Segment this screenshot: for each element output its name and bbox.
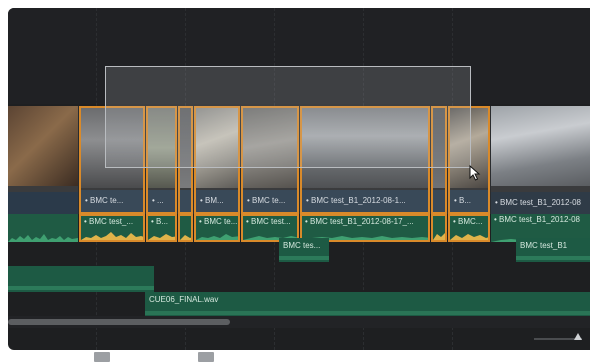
video-clip[interactable] bbox=[8, 106, 78, 214]
audio-clip[interactable] bbox=[178, 214, 193, 242]
audio-clip-label: • BMC test_B1_2012-08 bbox=[494, 215, 580, 224]
clip-label: • BMC test_B1_2012-08 bbox=[491, 192, 590, 214]
waveform bbox=[8, 286, 154, 290]
clip-label bbox=[180, 190, 191, 212]
connected-audio-label: BMC test_B1 bbox=[520, 241, 568, 250]
music-track-clip[interactable]: CUE06_FINAL.wav bbox=[145, 292, 590, 316]
audio-clip-label bbox=[8, 214, 78, 226]
audio-clip[interactable]: • BMC test_... bbox=[79, 214, 145, 242]
audio-clip[interactable] bbox=[8, 214, 78, 242]
clip-label bbox=[433, 190, 445, 212]
waveform bbox=[81, 232, 143, 240]
waveform bbox=[196, 234, 238, 240]
clip-label: • B... bbox=[450, 190, 488, 212]
video-clip[interactable]: • BMC test_B1_2012-08 bbox=[491, 106, 590, 214]
horizontal-scrollbar[interactable] bbox=[8, 316, 590, 328]
zoom-slider-knob[interactable] bbox=[574, 333, 582, 340]
waveform bbox=[145, 311, 590, 315]
clip-label: • BMC te... bbox=[243, 190, 297, 212]
clip-label: • ... bbox=[148, 190, 175, 212]
clip-label bbox=[8, 192, 78, 214]
music-clip-label: CUE06_FINAL.wav bbox=[149, 295, 219, 304]
waveform bbox=[450, 234, 488, 240]
clip-thumbnail bbox=[491, 106, 590, 186]
marquee-selection bbox=[105, 66, 471, 168]
audio-clip[interactable] bbox=[431, 214, 447, 242]
clip-label: • BM... bbox=[196, 190, 238, 212]
waveform bbox=[279, 256, 329, 260]
audio-clip[interactable] bbox=[8, 266, 154, 292]
audio-clip[interactable]: • B... bbox=[146, 214, 177, 242]
bottom-tool-icon[interactable] bbox=[94, 352, 110, 362]
waveform bbox=[180, 235, 191, 240]
waveform bbox=[8, 234, 78, 242]
pointer-cursor-icon bbox=[469, 165, 481, 181]
connected-audio-clip[interactable]: BMC tes... bbox=[279, 238, 329, 262]
clip-label: • BMC te... bbox=[81, 190, 143, 212]
bottom-tool-icon[interactable] bbox=[198, 352, 214, 362]
connected-audio-label: BMC tes... bbox=[283, 241, 321, 250]
audio-clip[interactable]: • BMC te... bbox=[194, 214, 240, 242]
clip-thumbnail bbox=[8, 106, 78, 186]
connected-audio-clip[interactable]: BMC test_B1 bbox=[516, 238, 590, 262]
waveform bbox=[433, 233, 445, 240]
waveform bbox=[148, 234, 175, 240]
audio-clip[interactable]: • BMC... bbox=[448, 214, 490, 242]
clip-label: • BMC test_B1_2012-08-1... bbox=[302, 190, 428, 212]
waveform bbox=[516, 256, 590, 260]
timeline-panel: • BMC te... • ... • BM... • BMC te... • … bbox=[8, 8, 590, 350]
scrollbar-thumb[interactable] bbox=[8, 319, 230, 325]
